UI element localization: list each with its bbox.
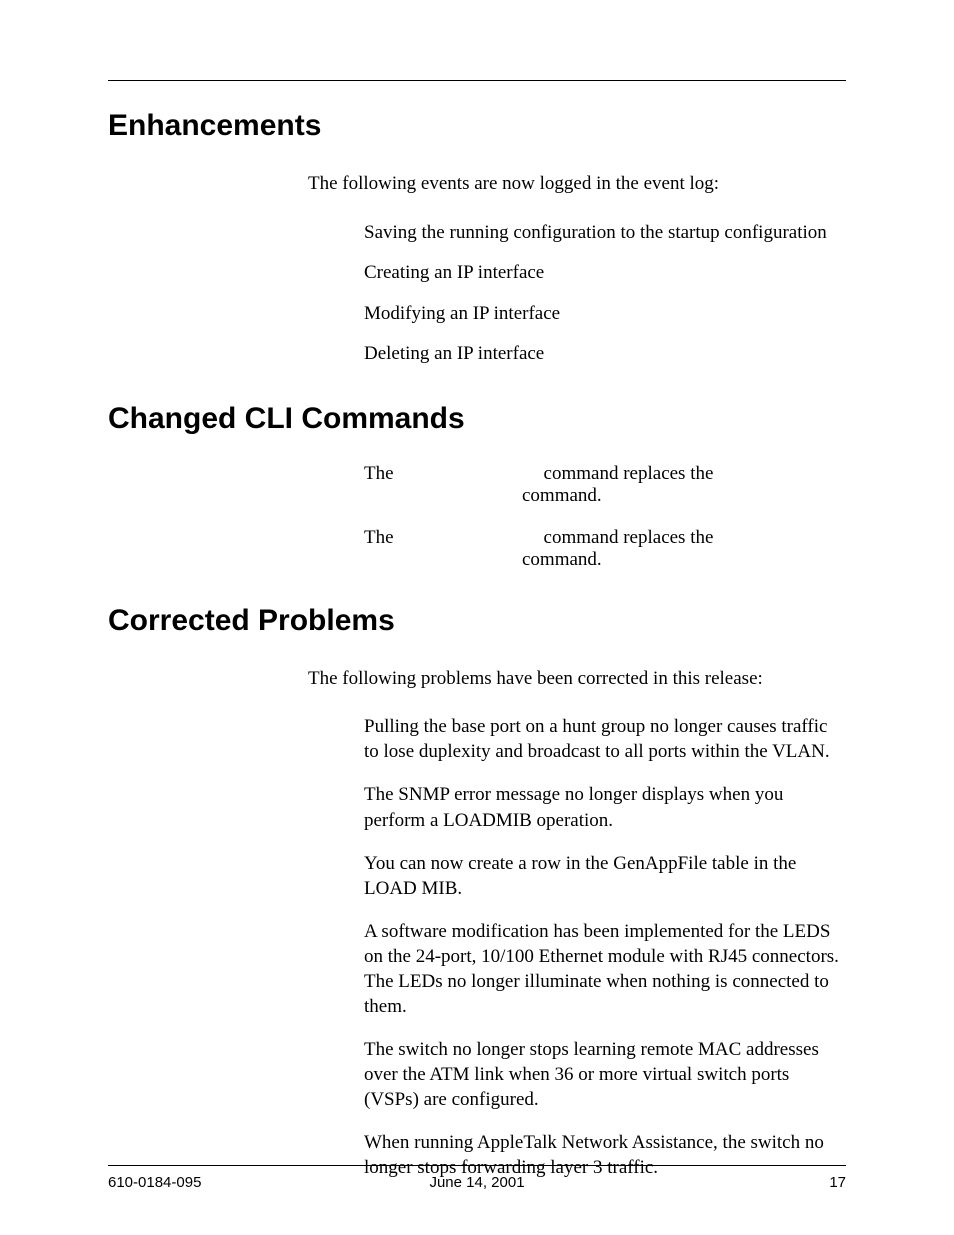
- cli-post: command.: [522, 485, 602, 506]
- list-item: A software modification has been impleme…: [364, 919, 846, 1019]
- changed-cli-list: The command replaces the command. The comm…: [364, 464, 846, 570]
- list-item: Pulling the base port on a hunt group no…: [364, 714, 846, 764]
- enhancements-list: Saving the running configuration to the …: [364, 220, 846, 368]
- corrected-list: Pulling the base port on a hunt group no…: [364, 714, 846, 1180]
- cli-post: command.: [522, 549, 602, 570]
- list-item: Deleting an IP interface: [364, 341, 846, 368]
- list-item: Saving the running configuration to the …: [364, 220, 846, 247]
- footer-rule: [108, 1165, 846, 1166]
- heading-corrected: Corrected Problems: [108, 604, 846, 638]
- list-item: The command replaces the command.: [364, 464, 846, 506]
- top-rule: [108, 80, 846, 81]
- list-item: Creating an IP interface: [364, 260, 846, 287]
- corrected-intro: The following problems have been correct…: [308, 666, 846, 693]
- list-item: The SNMP error message no longer display…: [364, 782, 846, 832]
- list-item: The switch no longer stops learning remo…: [364, 1037, 846, 1112]
- list-item: The command replaces the command.: [364, 528, 846, 570]
- page: Enhancements The following events are no…: [0, 0, 954, 1235]
- heading-enhancements: Enhancements: [108, 109, 846, 143]
- page-footer: 610-0184-095 June 14, 2001 17: [108, 1165, 846, 1191]
- heading-changed-cli: Changed CLI Commands: [108, 402, 846, 436]
- enhancements-intro: The following events are now logged in t…: [308, 171, 846, 198]
- cli-pre: The: [364, 527, 394, 548]
- list-item: You can now create a row in the GenAppFi…: [364, 851, 846, 901]
- cli-mid: command replaces the: [544, 463, 714, 484]
- footer-date: June 14, 2001: [108, 1174, 846, 1191]
- cli-pre: The: [364, 463, 394, 484]
- list-item: Modifying an IP interface: [364, 301, 846, 328]
- cli-mid: command replaces the: [544, 527, 714, 548]
